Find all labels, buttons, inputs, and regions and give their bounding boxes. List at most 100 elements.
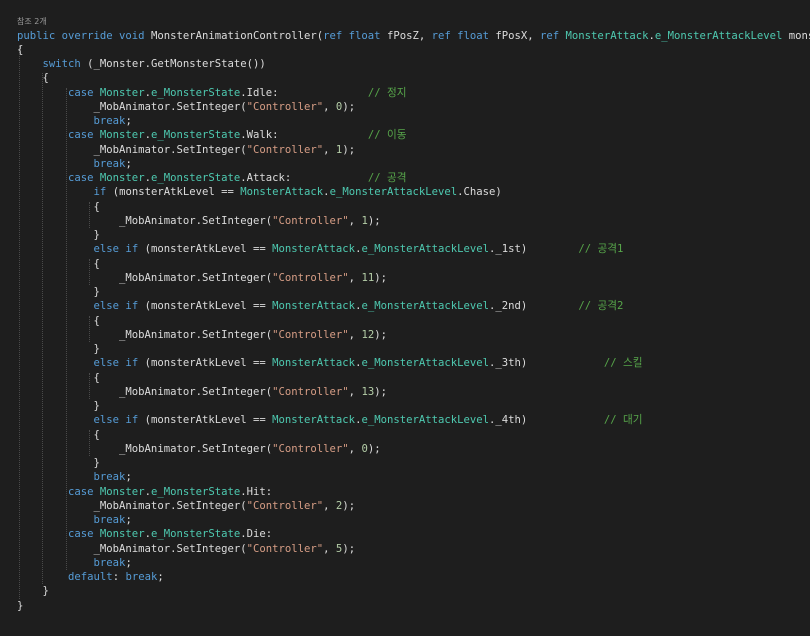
code-line[interactable]: { xyxy=(17,314,100,328)
code-line[interactable]: break; xyxy=(17,157,132,171)
code-line[interactable]: case Monster.e_MonsterState.Hit: xyxy=(17,485,272,499)
code-editor[interactable]: 참조 2개 public override void MonsterAnimat… xyxy=(0,0,810,636)
code-line[interactable]: { xyxy=(17,71,49,85)
code-token: e_MonsterAttackLevel xyxy=(361,414,490,427)
code-line[interactable]: else if (monsterAtkLevel == MonsterAttac… xyxy=(17,242,624,256)
code-token: _MobAnimator.SetInteger( xyxy=(17,143,247,156)
code-line[interactable]: _MobAnimator.SetInteger("Controller", 5)… xyxy=(17,542,356,556)
code-token: .Walk: xyxy=(240,129,368,142)
code-token: case xyxy=(68,86,100,99)
code-token: , xyxy=(348,271,362,284)
code-token: "Controller" xyxy=(272,271,349,284)
code-line[interactable]: _MobAnimator.SetInteger("Controller", 12… xyxy=(17,328,387,342)
code-line[interactable]: } xyxy=(17,584,49,598)
code-line[interactable]: { xyxy=(17,371,100,385)
code-token: e_MonsterAttackLevel xyxy=(654,29,783,42)
code-line[interactable]: if (monsterAtkLevel == MonsterAttack.e_M… xyxy=(17,185,502,199)
code-token: Monster xyxy=(99,129,145,142)
code-token: ); xyxy=(374,271,387,284)
code-line[interactable]: } xyxy=(17,228,100,242)
code-line[interactable]: public override void MonsterAnimationCon… xyxy=(17,29,810,43)
code-line[interactable]: _MobAnimator.SetInteger("Controller", 2)… xyxy=(17,499,356,513)
code-token: "Controller" xyxy=(272,214,349,227)
code-line[interactable]: else if (monsterAtkLevel == MonsterAttac… xyxy=(17,413,643,427)
code-token: _MobAnimator.SetInteger( xyxy=(17,442,273,455)
code-line[interactable]: break; xyxy=(17,114,132,128)
code-token: ; xyxy=(125,471,132,484)
code-token: break xyxy=(93,514,126,526)
code-line[interactable]: } xyxy=(17,599,23,613)
code-token: { xyxy=(17,314,100,327)
code-line[interactable]: } xyxy=(17,456,100,470)
code-token: (monsterAtkLevel == xyxy=(138,414,273,427)
code-line[interactable]: { xyxy=(17,257,100,271)
code-token: ; xyxy=(125,115,132,127)
code-line[interactable]: } xyxy=(17,399,100,413)
code-line[interactable]: } xyxy=(17,342,100,356)
code-line[interactable]: else if (monsterAtkLevel == MonsterAttac… xyxy=(17,299,624,313)
code-token: "Controller" xyxy=(246,542,324,555)
code-line[interactable]: case Monster.e_MonsterState.Walk: // 이동 xyxy=(17,128,406,142)
code-line[interactable]: case Monster.e_MonsterState.Attack: // 공… xyxy=(17,171,406,185)
code-line[interactable]: break; xyxy=(17,513,132,527)
code-line[interactable]: } xyxy=(17,285,100,299)
codelens-references[interactable]: 참조 2개 xyxy=(17,16,47,28)
code-token: "Controller" xyxy=(272,442,349,455)
code-line[interactable]: { xyxy=(17,200,100,214)
code-token: : xyxy=(112,571,126,583)
code-token: break xyxy=(93,556,126,569)
code-line[interactable]: _MobAnimator.SetInteger("Controller", 1)… xyxy=(17,214,381,228)
code-line[interactable]: break; xyxy=(17,556,132,570)
code-token: { xyxy=(17,428,100,441)
code-token: { xyxy=(17,257,100,270)
code-token: , xyxy=(323,100,336,113)
code-line[interactable]: case Monster.e_MonsterState.Idle: // 정지 xyxy=(17,86,406,100)
code-token: // 정지 xyxy=(367,86,407,99)
code-line[interactable]: { xyxy=(17,428,100,442)
code-line[interactable]: else if (monsterAtkLevel == MonsterAttac… xyxy=(17,356,643,370)
code-line[interactable]: switch (_Monster.GetMonsterState()) xyxy=(17,57,266,71)
code-token: .Hit: xyxy=(240,485,273,498)
code-line[interactable]: break; xyxy=(17,470,132,484)
code-token: MonsterAttack xyxy=(240,186,324,199)
code-token: ); xyxy=(374,385,387,398)
code-token: Monster xyxy=(99,86,145,99)
code-line[interactable]: { xyxy=(17,43,23,57)
code-token: } xyxy=(17,286,100,298)
code-line[interactable]: case Monster.e_MonsterState.Die: xyxy=(17,527,272,541)
code-line[interactable]: default: break; xyxy=(17,570,164,584)
code-token: MonsterAnimationController( xyxy=(150,29,324,42)
code-line[interactable]: _MobAnimator.SetInteger("Controller", 11… xyxy=(17,271,387,285)
code-token: else if xyxy=(93,243,139,256)
code-token: { xyxy=(17,200,100,213)
code-line[interactable]: _MobAnimator.SetInteger("Controller", 0)… xyxy=(17,442,381,456)
code-token: if xyxy=(93,186,107,199)
code-token: MonsterAttack xyxy=(565,29,649,42)
code-line[interactable]: _MobAnimator.SetInteger("Controller", 13… xyxy=(17,385,387,399)
code-token: ref float xyxy=(431,29,496,42)
code-token: (monsterAtkLevel == xyxy=(138,300,273,313)
code-token: case xyxy=(68,129,100,142)
code-token: fPosZ, xyxy=(386,29,432,42)
code-token: MonsterAttack xyxy=(272,300,356,313)
code-token: (monsterAtkLevel == xyxy=(138,357,273,370)
code-token: else if xyxy=(93,357,139,370)
code-token: "Controller" xyxy=(272,385,349,398)
code-token: MonsterAttack xyxy=(272,243,356,256)
code-token: MonsterAttack xyxy=(272,414,356,427)
code-token: { xyxy=(17,371,100,384)
code-token: public override void xyxy=(17,29,151,42)
code-line[interactable]: _MobAnimator.SetInteger("Controller", 1)… xyxy=(17,143,356,157)
code-token: "Controller" xyxy=(246,143,324,156)
code-token: , xyxy=(323,542,336,555)
code-token: Monster xyxy=(99,485,145,498)
code-line[interactable]: _MobAnimator.SetInteger("Controller", 0)… xyxy=(17,100,356,114)
code-token: ); xyxy=(342,499,356,512)
code-token: ; xyxy=(157,571,164,583)
code-token: } xyxy=(17,585,49,598)
code-token: ref float xyxy=(323,29,387,42)
